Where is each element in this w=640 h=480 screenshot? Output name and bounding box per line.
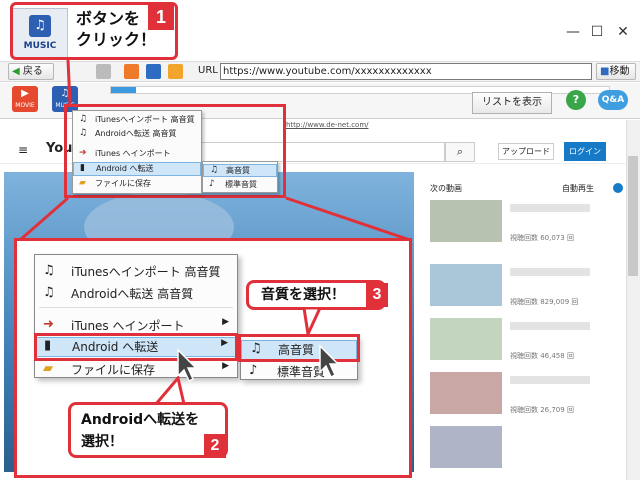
music-note-icon: ♫: [43, 263, 55, 278]
zoom-menu-label: iTunesへインポート 高音質: [71, 265, 221, 279]
folder-icon: ▰: [43, 361, 53, 376]
music-note-icon: ♫: [43, 285, 55, 300]
step3-bubble: 音質を選択！: [246, 280, 386, 310]
step3-pointer-tail: [302, 308, 322, 336]
connector-line: [19, 196, 69, 242]
connector-line: [66, 59, 72, 105]
zoom-menu-item[interactable]: ➜ iTunes へインポート ▶: [35, 317, 237, 334]
mouse-cursor-icon: [319, 344, 340, 379]
step3-pointer: [302, 308, 322, 336]
import-icon: ➜: [43, 317, 54, 332]
zoom-menu-label: Androidへ転送 高音質: [71, 287, 194, 301]
submenu-arrow-icon: ▶: [222, 361, 229, 371]
step2-number: 2: [204, 434, 226, 458]
zoom-menu-label: iTunes へインポート: [71, 319, 185, 333]
step2-pointer-tail: [152, 376, 186, 406]
zoom-menu-label: ファイルに保存: [71, 363, 156, 377]
music-note-icon: ♪: [249, 363, 258, 378]
menu-divider: [39, 307, 233, 308]
connector-line: [285, 196, 411, 242]
android-item-highlight-outline: [34, 333, 238, 361]
step3-number: 3: [366, 283, 388, 307]
zoom-menu-item[interactable]: ♫ Androidへ転送 高音質: [35, 285, 237, 302]
zoom-menu-item[interactable]: ♫ iTunesへインポート 高音質: [35, 263, 237, 280]
submenu-arrow-icon: ▶: [222, 317, 229, 327]
zoom-menu-item[interactable]: ▰ ファイルに保存 ▶: [35, 361, 237, 378]
